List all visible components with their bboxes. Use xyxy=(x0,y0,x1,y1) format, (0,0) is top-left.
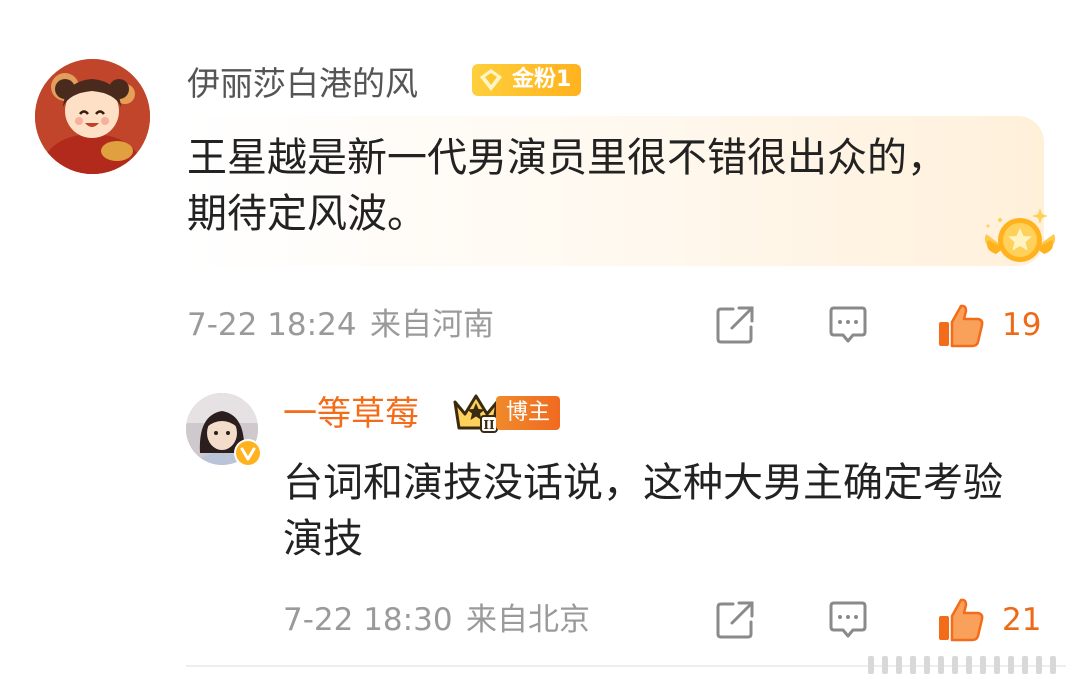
username[interactable]: 一等草莓 xyxy=(283,390,419,438)
verified-badge xyxy=(234,439,262,467)
cartoon-girl-avatar xyxy=(35,59,150,174)
like-count: 19 xyxy=(1002,307,1042,343)
like-count: 21 xyxy=(1002,602,1042,638)
comment-button[interactable] xyxy=(826,598,870,642)
level-badge-label: II xyxy=(483,418,495,432)
share-button[interactable] xyxy=(713,303,757,347)
avatar[interactable] xyxy=(35,59,150,174)
verified-v-icon xyxy=(236,441,260,465)
comment-button[interactable] xyxy=(826,303,870,347)
crown-level-icon: II xyxy=(451,390,501,434)
like-button[interactable] xyxy=(937,302,985,348)
comment-bubble-icon xyxy=(829,306,867,343)
fan-badge-label: 金粉1 xyxy=(512,67,572,92)
comment-time: 7-22 18:24 xyxy=(187,307,357,343)
share-box-icon xyxy=(716,306,754,344)
thumbs-up-icon xyxy=(939,598,984,642)
role-badge: 博主 xyxy=(496,396,561,430)
thumbs-up-icon xyxy=(939,304,984,348)
reply-text: 台词和演技没话说，这种大男主确定考验演技 xyxy=(283,460,1003,562)
gold-star-medal-icon xyxy=(978,204,1062,268)
comment-text: 王星越是新一代男演员里很不错很出众的，期待定风波。 xyxy=(187,135,947,237)
reply-location: 来自北京 xyxy=(466,602,590,638)
fan-badge[interactable]: 金粉1 xyxy=(472,64,582,96)
comment-location: 来自河南 xyxy=(370,307,494,343)
share-box-icon xyxy=(716,601,754,639)
share-button[interactable] xyxy=(713,598,757,642)
watermark-bar-icon xyxy=(868,648,1068,682)
diamond-icon xyxy=(480,69,502,91)
comment-bubble-icon xyxy=(829,601,867,638)
reply-time: 7-22 18:30 xyxy=(283,602,453,638)
like-button[interactable] xyxy=(937,596,985,642)
username[interactable]: 伊丽莎白港的风 xyxy=(187,62,418,106)
